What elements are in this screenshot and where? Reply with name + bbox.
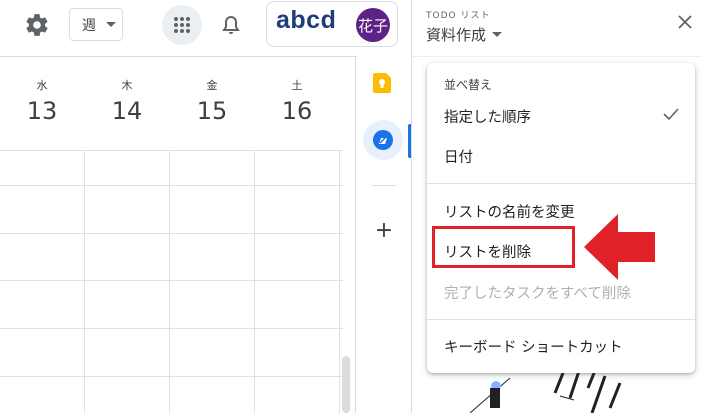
list-name: 資料作成: [426, 26, 487, 44]
grid-row-line: [0, 328, 343, 329]
panel-header-divider: [412, 56, 701, 57]
calendar-scrollbar[interactable]: [342, 356, 350, 413]
menu-item-delete-completed: 完了したタスクをすべて削除: [444, 286, 631, 302]
day-header-sat[interactable]: 土 16: [255, 60, 339, 125]
tasks-app-button[interactable]: [363, 120, 403, 160]
grid-row-line: [0, 233, 343, 234]
day-header-thu[interactable]: 木 14: [85, 60, 169, 125]
empty-state-illustration: [470, 368, 622, 413]
grid-row-line: [0, 150, 343, 151]
close-icon[interactable]: [676, 13, 694, 31]
menu-item-rename-list[interactable]: リストの名前を変更: [444, 201, 575, 222]
avatar[interactable]: 花子: [356, 8, 390, 42]
grid-column-line: [339, 150, 340, 413]
day-header-wed[interactable]: 水 13: [0, 60, 84, 125]
chevron-down-icon: [106, 22, 116, 27]
menu-item-date[interactable]: 日付: [444, 146, 473, 167]
day-number[interactable]: 15: [170, 97, 254, 125]
menu-item-keyboard-shortcuts[interactable]: キーボード ショートカット: [444, 336, 623, 357]
brand-logo: abcd: [276, 6, 337, 34]
add-addon-icon[interactable]: +: [373, 218, 395, 243]
grid-row-line: [0, 376, 343, 377]
day-name: 水: [36, 79, 48, 92]
settings-gear-icon[interactable]: [24, 12, 50, 38]
grid-column-line: [169, 150, 170, 413]
day-number[interactable]: 14: [85, 97, 169, 125]
day-number[interactable]: 13: [0, 97, 84, 125]
day-name: 金: [206, 79, 218, 92]
day-name: 木: [121, 79, 133, 92]
menu-item-custom-order[interactable]: 指定した順序: [444, 106, 531, 127]
notification-bell-icon[interactable]: [219, 11, 243, 37]
list-selector[interactable]: 資料作成: [426, 24, 503, 45]
grid-column-line: [254, 150, 255, 413]
menu-divider: [427, 319, 695, 320]
sort-section-label: 並べ替え: [444, 78, 493, 92]
view-select-label: 週: [82, 17, 96, 34]
day-name: 土: [291, 79, 303, 92]
view-select[interactable]: 週: [69, 8, 123, 41]
apps-button[interactable]: [162, 5, 202, 45]
highlight-box: [432, 226, 575, 268]
strip-divider: [372, 185, 396, 186]
calendar-divider: [355, 56, 356, 413]
grid-column-line: [84, 150, 85, 413]
grid-row-line: [0, 185, 343, 186]
check-icon: [663, 108, 679, 121]
keep-icon[interactable]: [373, 73, 391, 93]
panel-divider: [411, 0, 412, 413]
day-number[interactable]: 16: [255, 97, 339, 125]
grid-row-line: [0, 280, 343, 281]
tasks-icon: [373, 130, 393, 150]
chevron-down-icon: [492, 32, 503, 37]
apps-grid-icon: [174, 17, 190, 33]
red-arrow-icon: [584, 214, 655, 280]
header-divider: [0, 56, 357, 57]
day-header-fri[interactable]: 金 15: [170, 60, 254, 125]
panel-label: TODO リスト: [426, 11, 491, 21]
menu-divider: [427, 183, 695, 184]
